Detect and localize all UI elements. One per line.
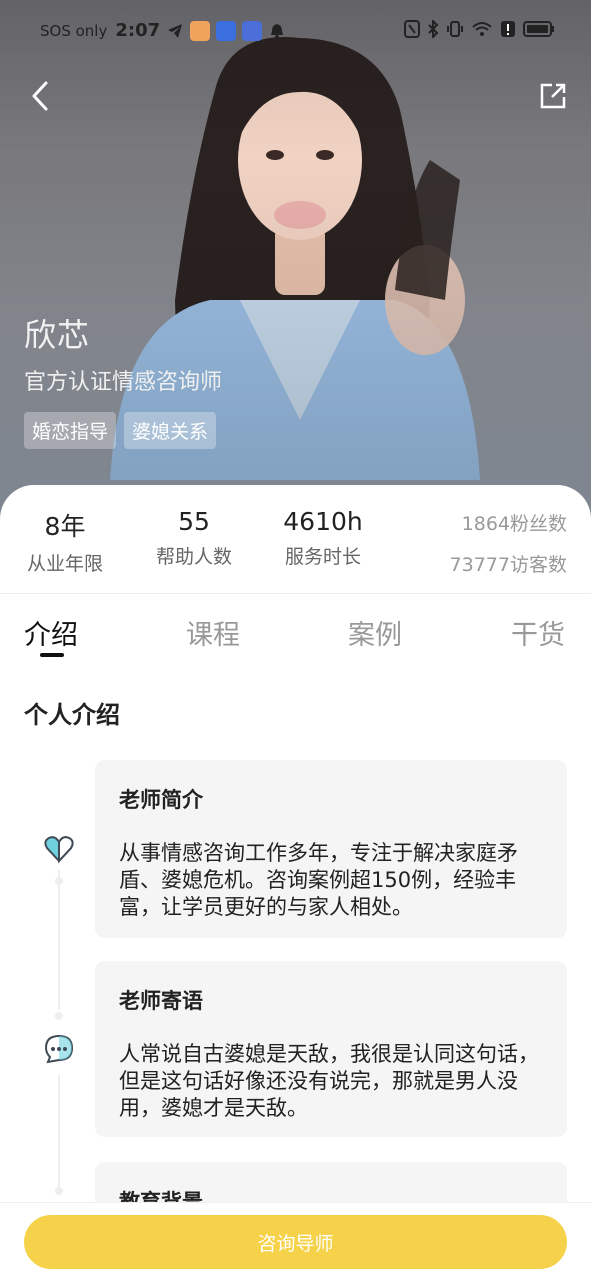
tab-intro[interactable]: 介绍 [24,613,78,652]
card-app-icon [242,20,263,41]
mentor-info: 欣芯 官方认证情感咨询师 婚恋指导 婆媳关系 [24,310,222,449]
hero-section: SOS only 2:07 欣芯 官方认证情感咨询师 婚恋指导 婆媳关系 [0,0,591,520]
tag: 婆媳关系 [124,412,217,449]
stats-row: 8年 从业年限 55 帮助人数 4610h 服务时长 1864粉丝数 73777… [0,507,591,577]
stat-hours: 4610h 服务时长 [278,507,368,569]
timeline-dot [55,877,63,885]
timeline-dot [55,1187,63,1195]
battery-icon [523,21,554,37]
stat-helped: 55 帮助人数 [150,507,238,569]
tab-articles[interactable]: 干货 [511,613,565,652]
message-title: 老师寄语 [119,989,203,1013]
visitors-count: 73777访客数 [449,554,567,576]
mentor-name: 欣芯 [24,316,91,354]
tab-bar: 介绍 课程 案例 干货 [0,613,591,663]
back-button[interactable] [18,74,62,118]
mentor-title: 官方认证情感咨询师 [24,370,223,395]
heart-icon [44,836,74,864]
tab-courses[interactable]: 课程 [186,613,240,652]
consult-mentor-button[interactable]: 咨询导师 [24,1215,567,1269]
alert-icon [501,21,515,37]
message-text: 人常说自古婆媳是天敌，我很是认同这句话，但是这句话好像还没有说完，那就是男人没用… [119,1042,539,1120]
status-left: SOS only 2:07 [40,20,286,41]
active-tab-indicator [40,653,64,657]
share-button[interactable] [531,74,575,118]
carrier-text: SOS only [40,21,108,40]
stat-label: 服务时长 [284,546,361,568]
status-right [404,20,555,38]
wifi-icon [472,22,492,36]
tag: 婚恋指导 [24,412,117,449]
stat-label: 从业年限 [26,553,103,575]
tab-cases[interactable]: 案例 [348,613,402,652]
chat-bubble-icon [44,1034,74,1064]
message-box: 老师寄语 人常说自古婆媳是天敌，我很是认同这句话，但是这句话好像还没有说完，那就… [95,961,567,1137]
stat-label: 帮助人数 [155,546,232,568]
stat-value: 55 [178,507,210,536]
vibrate-icon [447,21,463,37]
app-badge-icon [190,20,211,41]
nfc-icon [404,20,420,38]
shield-app-icon [216,20,237,41]
stat-years: 8年 从业年限 [22,507,108,576]
chevron-left-icon [32,81,48,111]
stat-value: 8年 [44,512,86,541]
status-bar: SOS only 2:07 [0,14,591,54]
bottom-bar: 咨询导师 [0,1202,591,1280]
intro-text: 从事情感咨询工作多年，专注于解决家庭矛盾、婆媳危机。咨询案例超150例，经验丰富… [119,841,518,919]
timeline-line [58,1075,60,1195]
intro-title: 老师简介 [119,788,203,812]
section-title: 个人介绍 [24,701,120,729]
stat-value: 4610h [283,507,363,536]
share-icon [540,83,566,109]
timeline-dot [55,1012,63,1020]
divider [0,593,591,594]
clock: 2:07 [115,20,161,41]
bluetooth-icon [428,20,439,38]
fan-visitor-stats: 1864粉丝数 73777访客数 [450,509,567,577]
profile-card: 8年 从业年限 55 帮助人数 4610h 服务时长 1864粉丝数 73777… [0,485,591,1280]
intro-box: 老师简介 从事情感咨询工作多年，专注于解决家庭矛盾、婆媳危机。咨询案例超150例… [95,760,567,938]
fans-count: 1864粉丝数 [461,513,567,535]
bell-icon [271,23,284,39]
telegram-icon [168,23,183,38]
tag-list: 婚恋指导 婆媳关系 [24,412,222,449]
timeline-line [58,870,60,1010]
